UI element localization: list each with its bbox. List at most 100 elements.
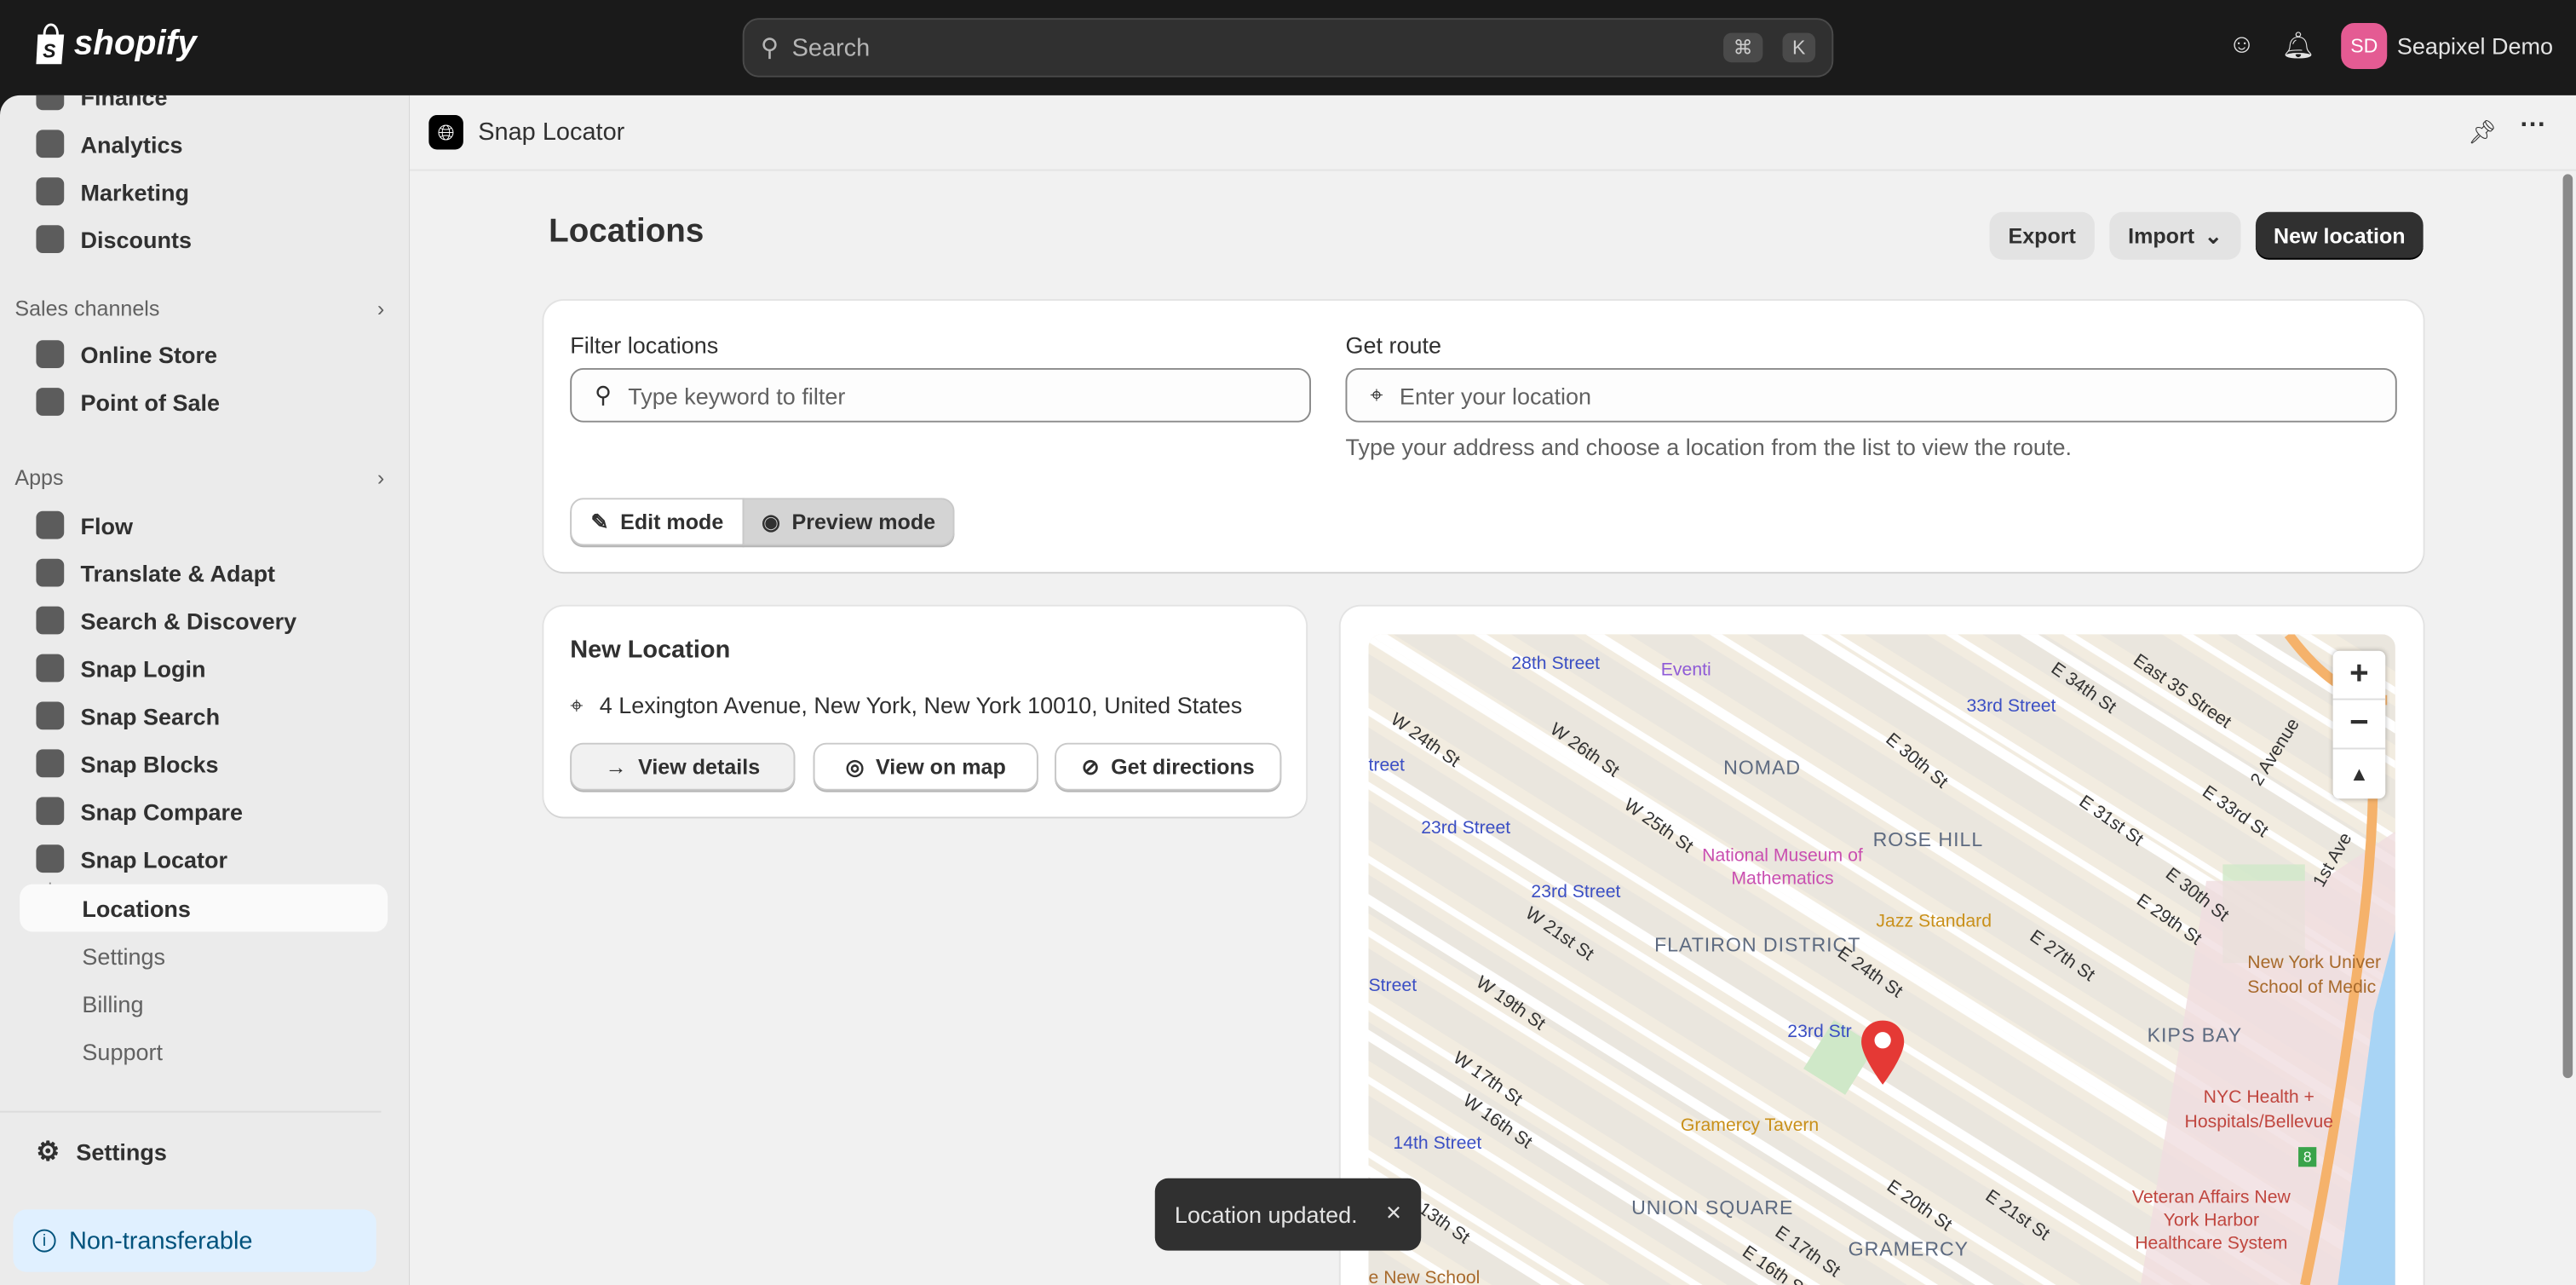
map-label: 23rd Street [1421, 818, 1510, 838]
location-marker-icon[interactable] [1858, 1019, 1907, 1092]
user-menu[interactable]: SD Seapixel Demo [2341, 23, 2553, 69]
sidebar-item-billing[interactable]: Billing [20, 979, 388, 1027]
app-header: 🌐︎ Snap Locator 📌︎ ··· [409, 95, 2576, 171]
import-button[interactable]: Import⌄ [2109, 212, 2240, 260]
view-details-button[interactable]: →View details [570, 743, 795, 791]
label: Edit mode [620, 510, 723, 534]
preview-mode-button[interactable]: ◉ Preview mode [743, 498, 955, 545]
sidebar-item-support[interactable]: Support [20, 1027, 388, 1075]
route-input[interactable]: ⌖Enter your location [1345, 368, 2396, 423]
label: View on map [876, 754, 1006, 779]
page-title: Locations [549, 214, 704, 251]
sidebar-item-snap-locator[interactable]: Snap Locator [20, 835, 388, 883]
chevron-right-icon: › [377, 296, 384, 320]
map-label: 23rd Str [1787, 1023, 1851, 1042]
map-label: 14th Street [1393, 1134, 1481, 1154]
compass-icon: ⊘ [1082, 753, 1100, 780]
sidebar-item-settings-sub[interactable]: Settings [20, 931, 388, 979]
sidebar-item-online-store[interactable]: Online Store [20, 331, 388, 378]
marketing-icon [36, 177, 64, 205]
filter-label: Filter locations [570, 332, 718, 359]
location-pin-icon: ⌖ [570, 692, 583, 720]
sidebar-item-settings[interactable]: ⚙Settings [20, 1127, 388, 1175]
label: Apps [14, 465, 63, 490]
search-bar[interactable]: ⚲ Search ⌘ K [743, 18, 1834, 77]
map-label: ROSE HILL [1873, 828, 1984, 853]
sidebar-item-marketing[interactable]: Marketing [20, 168, 388, 216]
gear-icon: ⚙ [36, 1135, 60, 1168]
new-location-button[interactable]: New location [2256, 212, 2424, 260]
shopify-logo[interactable]: S shopify [33, 23, 197, 66]
map-label: GRAMERCY [1849, 1237, 1969, 1262]
apps-header[interactable]: Apps › [14, 465, 384, 490]
globe-pin-icon: 🌐︎ [428, 115, 463, 149]
sidebar-item-translate[interactable]: Translate & Adapt [20, 549, 388, 596]
shopify-admin: S shopify ⚲ Search ⌘ K ☺ 🔔︎ SD Seapixel … [0, 0, 2576, 1285]
view-on-map-button[interactable]: ◎View on map [814, 743, 1038, 791]
label: Support [82, 1038, 163, 1064]
zoom-in-button[interactable]: + [2333, 651, 2386, 700]
highway-shield: 8 [2298, 1147, 2316, 1167]
sidebar-item-locations[interactable]: Locations [20, 885, 388, 932]
sidebar-item-search-discovery[interactable]: Search & Discovery [20, 596, 388, 644]
map-label: FLATIRON DISTRICT [1654, 933, 1769, 958]
placeholder: Type keyword to filter [628, 382, 845, 408]
get-directions-button[interactable]: ⊘Get directions [1055, 743, 1281, 791]
app-icon [36, 654, 64, 683]
map-label: UNION SQUARE [1631, 1196, 1730, 1221]
sidebar-item-pos[interactable]: Point of Sale [20, 378, 388, 426]
label: Point of Sale [80, 389, 220, 415]
sidebar-item-snap-search[interactable]: Snap Search [20, 692, 388, 740]
label: Snap Locator [80, 845, 227, 872]
close-icon[interactable]: × [1386, 1200, 1401, 1230]
chevron-right-icon: › [377, 465, 384, 490]
bell-icon[interactable]: 🔔︎ [2281, 30, 2314, 63]
top-bar: S shopify ⚲ Search ⌘ K ☺ 🔔︎ SD Seapixel … [0, 0, 2576, 95]
analytics-icon [36, 130, 64, 158]
sidebar-item-snap-login[interactable]: Snap Login [20, 644, 388, 692]
sidekick-icon[interactable]: ☺ [2228, 32, 2256, 61]
map[interactable]: 28th Street Eventi 33rd Street E 34th St… [1368, 634, 2395, 1285]
sidebar-item-finance[interactable]: Finance [20, 95, 388, 120]
app-icon [36, 607, 64, 635]
location-name: New Location [570, 636, 730, 664]
map-label: KIPS BAY [2148, 1023, 2242, 1048]
sidebar-item-flow[interactable]: Flow [20, 501, 388, 549]
toast-message: Location updated. [1175, 1201, 1358, 1228]
placeholder: Enter your location [1400, 382, 1591, 408]
eye-icon: ◉ [762, 509, 780, 535]
sidebar: Finance Analytics Marketing Discounts Sa… [0, 95, 409, 1285]
label: Settings [82, 942, 165, 969]
app-icon [36, 749, 64, 777]
map-controls: + − ▲ [2333, 651, 2386, 799]
sidebar-item-snap-compare[interactable]: Snap Compare [20, 787, 388, 835]
edit-mode-button[interactable]: ✎Edit mode [570, 498, 744, 545]
label: View details [638, 754, 760, 779]
app-icon [36, 844, 64, 873]
sales-channels-header[interactable]: Sales channels› [14, 296, 384, 320]
map-label: Jazz Standard [1876, 912, 1992, 931]
zoom-out-button[interactable]: − [2333, 700, 2386, 750]
non-transferable-banner[interactable]: iNon-transferable [13, 1209, 376, 1271]
label: Snap Search [80, 702, 220, 729]
location-address: ⌖4 Lexington Avenue, New York, New York … [570, 692, 1242, 720]
sidebar-item-discounts[interactable]: Discounts [20, 216, 388, 263]
label: Discounts [80, 226, 192, 252]
label: Preview mode [791, 510, 935, 534]
map-label: 23rd Street [1531, 883, 1620, 902]
location-card[interactable]: New Location ⌖4 Lexington Avenue, New Yo… [543, 607, 1306, 817]
filter-input[interactable]: ⚲Type keyword to filter [570, 368, 1311, 423]
label: Search & Discovery [80, 608, 296, 634]
scrollbar[interactable] [2563, 174, 2573, 1078]
map-label: Street [1368, 977, 1417, 996]
export-button[interactable]: Export [1989, 212, 2094, 260]
map-label: NOMAD [1723, 756, 1801, 781]
label: Billing [82, 990, 143, 1017]
sidebar-item-analytics[interactable]: Analytics [20, 120, 388, 168]
sidebar-item-snap-blocks[interactable]: Snap Blocks [20, 740, 388, 787]
more-icon[interactable]: ··· [2520, 112, 2546, 141]
pin-icon[interactable]: 📌︎ [2468, 118, 2497, 147]
compass-icon[interactable]: ▲ [2333, 749, 2386, 798]
map-label: Gramercy Tavern [1681, 1115, 1819, 1135]
label: Online Store [80, 341, 217, 367]
